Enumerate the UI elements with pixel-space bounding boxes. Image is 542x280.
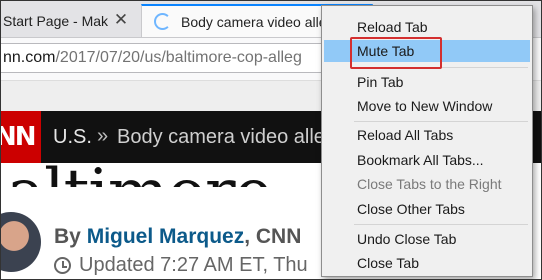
menu-item-close-other-tabs[interactable]: Close Other Tabs bbox=[324, 198, 530, 220]
menu-item-bookmark-all-tabs[interactable]: Bookmark All Tabs... bbox=[324, 149, 530, 171]
menu-item-mute-tab[interactable]: Mute Tab bbox=[324, 40, 530, 62]
menu-item-pin-tab[interactable]: Pin Tab bbox=[324, 71, 530, 93]
menu-item-reload-tab[interactable]: Reload Tab bbox=[324, 16, 530, 38]
clock-icon bbox=[54, 257, 71, 274]
browser-window: Start Page - Mak ✕ Body camera video all… bbox=[0, 0, 542, 280]
updated-text: Updated 7:27 AM ET, Thu bbox=[79, 254, 308, 276]
breadcrumb-section-link[interactable]: U.S. bbox=[53, 126, 92, 149]
headline-text: altimore bbox=[7, 161, 272, 187]
byline-prefix: By bbox=[54, 225, 81, 248]
menu-item-close-tabs-to-the-right: Close Tabs to the Right bbox=[357, 176, 502, 192]
breadcrumb-title: Body camera video alleg bbox=[117, 126, 337, 148]
tab-title: Start Page - Mak bbox=[3, 12, 109, 29]
author-link[interactable]: Miguel Marquez bbox=[87, 225, 245, 248]
byline-source: , CNN bbox=[244, 225, 302, 248]
article-headline: altimore bbox=[1, 147, 331, 187]
author-avatar bbox=[1, 212, 41, 276]
menu-separator bbox=[354, 121, 528, 122]
loading-icon bbox=[154, 13, 171, 30]
avatar-image bbox=[1, 212, 41, 272]
article-timestamp: Updated 7:27 AM ET, Thu bbox=[54, 254, 308, 277]
address-bar[interactable]: nn.com/2017/07/20/us/baltimore-cop-alleg bbox=[1, 43, 361, 73]
menu-item-reload-all-tabs[interactable]: Reload All Tabs bbox=[324, 124, 530, 146]
menu-item-move-to-new-window[interactable]: Move to New Window bbox=[324, 95, 530, 117]
close-tab-icon[interactable]: ✕ bbox=[113, 11, 129, 28]
tab-title: Body camera video alleg bbox=[181, 13, 335, 30]
tab-start-page[interactable]: Start Page - Mak ✕ bbox=[1, 4, 141, 37]
url-path: /2017/07/20/us/baltimore-cop-alleg bbox=[55, 49, 302, 66]
tab-context-menu: Reload Tab Mute Tab Pin Tab Move to New … bbox=[321, 5, 533, 277]
article-byline: By Miguel Marquez, CNN bbox=[54, 225, 301, 249]
breadcrumb-separator: » bbox=[97, 125, 109, 147]
menu-item-undo-close-tab[interactable]: Undo Close Tab bbox=[324, 228, 530, 250]
menu-separator bbox=[354, 67, 528, 68]
menu-item-close-tab[interactable]: Close Tab bbox=[324, 252, 530, 274]
menu-separator bbox=[354, 224, 528, 225]
url-host: nn.com bbox=[3, 49, 56, 66]
